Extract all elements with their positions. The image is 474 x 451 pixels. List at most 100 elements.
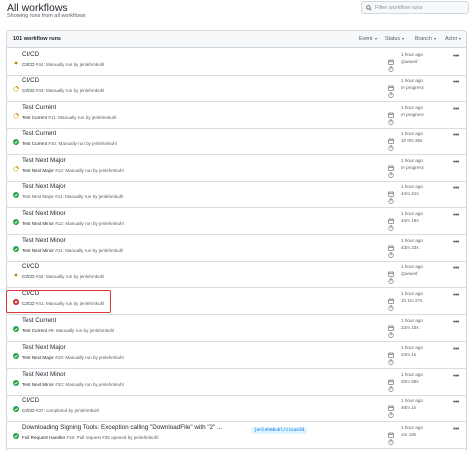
workflow-run-meta: CI/CD #37: completed by jenlehmkuhl bbox=[22, 408, 99, 413]
workflow-name: CI/CD bbox=[22, 408, 35, 413]
run-duration: Queued bbox=[401, 59, 418, 64]
workflow-run-row[interactable]: Test Next Minor Test Next Minor #12: Manu… bbox=[7, 208, 466, 235]
workflow-run-row[interactable]: Test Next Minor Test Next Minor #10: Manu… bbox=[7, 369, 466, 396]
workflow-run-description: #42: Manually run by jenlehmkuhl bbox=[34, 274, 105, 279]
workflow-run-title[interactable]: Test Current bbox=[22, 317, 56, 324]
workflow-runs-list-header: 101 workflow runs Event Status Branch Ac… bbox=[7, 31, 466, 48]
check-circle-icon bbox=[13, 426, 19, 439]
workflow-run-row[interactable]: CI/CD CI/CD #43: Manually run by jenlehmk… bbox=[7, 75, 466, 102]
workflow-run-title[interactable]: Test Next Minor bbox=[22, 210, 66, 217]
workflow-run-title[interactable]: Test Current bbox=[22, 130, 56, 137]
search-icon bbox=[366, 4, 372, 11]
workflow-run-description: #37: completed by jenlehmkuhl bbox=[34, 408, 100, 413]
branch-badge[interactable]: jenlehmkuhl/issue34 bbox=[251, 427, 308, 434]
stopwatch-icon bbox=[388, 352, 394, 365]
run-duration: 1h 0m 30s bbox=[401, 138, 423, 143]
workflow-run-row[interactable]: Test Current Test Current #10: Manually r… bbox=[7, 128, 466, 155]
calendar-icon bbox=[388, 372, 394, 385]
kebab-menu-icon[interactable]: ••• bbox=[453, 265, 459, 272]
run-timestamp: 1 hour ago bbox=[401, 211, 423, 216]
chevron-down-icon bbox=[374, 38, 377, 40]
workflow-name: Test Next Minor bbox=[22, 221, 54, 226]
kebab-menu-icon[interactable]: ••• bbox=[453, 159, 459, 166]
kebab-menu-icon[interactable]: ••• bbox=[453, 106, 459, 113]
kebab-menu-icon[interactable]: ••• bbox=[453, 399, 459, 406]
kebab-menu-icon[interactable]: ••• bbox=[453, 212, 459, 219]
filter-workflow-runs-field[interactable] bbox=[361, 1, 469, 14]
event-filter-dropdown[interactable]: Event bbox=[359, 36, 377, 42]
kebab-menu-icon[interactable]: ••• bbox=[453, 346, 459, 353]
workflow-run-title[interactable]: CI/CD bbox=[22, 397, 39, 404]
workflow-run-row[interactable]: Test Next Major Test Next Major #12: Manu… bbox=[7, 155, 466, 182]
check-circle-icon bbox=[13, 399, 19, 412]
run-timestamp: 1 hour ago bbox=[401, 131, 423, 136]
run-timestamp: 1 hour ago bbox=[401, 238, 423, 243]
status-filter-dropdown[interactable]: Status bbox=[385, 36, 405, 42]
calendar-icon bbox=[388, 78, 394, 91]
run-timestamp: 1 hour ago bbox=[401, 318, 423, 323]
run-timestamp: 1 hour ago bbox=[401, 158, 423, 163]
workflow-run-row[interactable]: Test Current Test Current #9: Manually ru… bbox=[7, 315, 466, 342]
kebab-menu-icon[interactable]: ••• bbox=[453, 319, 459, 326]
workflow-runs-list: 101 workflow runs Event Status Branch Ac… bbox=[6, 30, 467, 451]
workflow-run-description: #12: Manually run by jenlehmkuhl bbox=[53, 221, 124, 226]
run-duration: In progress bbox=[401, 165, 424, 170]
workflow-run-description: #10: Manually run by jenlehmkuhl bbox=[47, 141, 117, 146]
run-timestamp: 1 hour ago bbox=[401, 425, 423, 430]
spinner-icon bbox=[13, 79, 19, 92]
kebab-menu-icon[interactable]: ••• bbox=[453, 79, 459, 86]
workflow-run-row[interactable]: Test Current Test Current #11: Manually r… bbox=[7, 102, 466, 129]
workflow-run-row[interactable]: Test Next Major Test Next Major #11: Manu… bbox=[7, 181, 466, 208]
workflow-run-meta: Test Next Major #12: Manually run by jen… bbox=[22, 168, 124, 173]
actor-filter-dropdown[interactable]: Actor bbox=[445, 36, 462, 42]
workflow-run-title[interactable]: CI/CD bbox=[22, 77, 39, 84]
calendar-icon bbox=[388, 211, 394, 224]
workflow-run-title[interactable]: Test Next Major bbox=[22, 157, 66, 164]
dot-queued-icon bbox=[13, 53, 19, 65]
run-duration: 24m 1s bbox=[401, 352, 417, 357]
workflow-run-meta: Test Current #10: Manually run by jenleh… bbox=[22, 141, 117, 146]
spinner-icon bbox=[13, 159, 19, 172]
calendar-icon bbox=[388, 398, 394, 411]
workflow-run-description: #44: Manually run by jenlehmkuhl bbox=[34, 62, 105, 67]
workflow-run-row[interactable]: CI/CD CI/CD #44: Manually run by jenlehmk… bbox=[7, 49, 466, 76]
run-duration: 22m 15s bbox=[401, 325, 419, 330]
workflow-name: CI/CD bbox=[22, 88, 35, 93]
workflow-run-row[interactable]: Downloading Signing Tools: Exception cal… bbox=[7, 422, 466, 449]
x-circle-icon bbox=[13, 292, 19, 305]
workflow-run-title[interactable]: Downloading Signing Tools: Exception cal… bbox=[22, 424, 222, 431]
chevron-down-icon bbox=[459, 38, 462, 40]
stopwatch-icon bbox=[388, 325, 394, 338]
filter-workflow-runs-input[interactable] bbox=[375, 4, 465, 11]
kebab-menu-icon[interactable]: ••• bbox=[453, 426, 459, 433]
kebab-menu-icon[interactable]: ••• bbox=[453, 373, 459, 380]
workflow-run-title[interactable]: Test Next Minor bbox=[22, 237, 66, 244]
branch-filter-dropdown[interactable]: Branch bbox=[415, 36, 436, 42]
workflow-run-title[interactable]: CI/CD bbox=[22, 290, 39, 297]
workflow-run-meta: CI/CD #41: Manually run by jenlehmkuhl bbox=[22, 301, 104, 306]
kebab-menu-icon[interactable]: ••• bbox=[453, 132, 459, 139]
workflow-run-row[interactable]: CI/CD CI/CD #42: Manually run by jenlehmk… bbox=[7, 261, 466, 288]
workflow-run-title[interactable]: CI/CD bbox=[22, 51, 39, 58]
run-duration: 44m 21s bbox=[401, 191, 419, 196]
calendar-icon bbox=[388, 291, 394, 304]
workflow-run-title[interactable]: Test Next Minor bbox=[22, 371, 66, 378]
calendar-icon bbox=[388, 131, 394, 144]
workflow-run-row[interactable]: Test Next Minor Test Next Minor #11: Manu… bbox=[7, 235, 466, 262]
check-circle-icon bbox=[13, 212, 19, 225]
workflow-name: Test Current bbox=[22, 115, 48, 120]
workflow-run-title[interactable]: Test Next Major bbox=[22, 344, 66, 351]
workflow-run-title[interactable]: Test Current bbox=[22, 104, 56, 111]
workflow-run-title[interactable]: Test Next Major bbox=[22, 183, 66, 190]
kebab-menu-icon[interactable]: ••• bbox=[453, 185, 459, 192]
kebab-menu-icon[interactable]: ••• bbox=[453, 292, 459, 299]
calendar-icon bbox=[388, 105, 394, 118]
workflow-run-row[interactable]: Test Next Major Test Next Major #10: Manu… bbox=[7, 342, 466, 369]
workflow-run-row[interactable]: CI/CD CI/CD #37: completed by jenlehmkuhl… bbox=[7, 395, 466, 422]
workflow-name: Test Current bbox=[22, 141, 48, 146]
kebab-menu-icon[interactable]: ••• bbox=[453, 239, 459, 246]
workflow-run-description: #41: Manually run by jenlehmkuhl bbox=[34, 301, 105, 306]
workflow-run-title[interactable]: CI/CD bbox=[22, 263, 39, 270]
kebab-menu-icon[interactable]: ••• bbox=[453, 53, 459, 60]
workflow-run-row[interactable]: CI/CD CI/CD #41: Manually run by jenlehmk… bbox=[7, 288, 466, 315]
